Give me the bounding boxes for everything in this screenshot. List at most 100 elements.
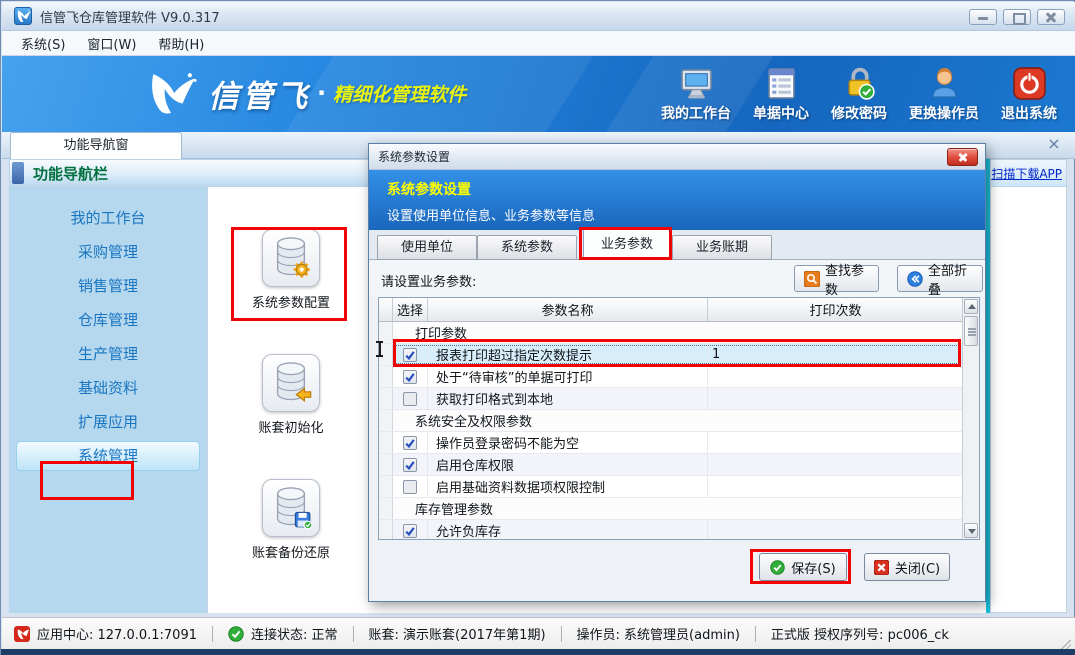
sidebar-item[interactable]: 仓库管理 — [16, 305, 200, 335]
menu-item[interactable]: 系统(S) — [10, 31, 76, 56]
menu-item[interactable]: 窗口(W) — [76, 31, 147, 56]
toolbar-button[interactable]: 我的工作台 — [655, 62, 737, 127]
dialog-toolbar-button-label: 全部折叠 — [928, 260, 973, 298]
shortcut[interactable]: 账套初始化 — [230, 354, 352, 436]
dialog-toolbar-button[interactable]: 查找参数 — [794, 265, 879, 292]
tab[interactable]: 系统参数 — [477, 235, 577, 260]
shortcut[interactable]: 系统参数配置 — [230, 229, 352, 311]
toolbar-button[interactable]: 单据中心 — [747, 62, 815, 127]
sidebar-item[interactable]: 我的工作台 — [16, 203, 200, 233]
toolbar-button-label: 修改密码 — [831, 103, 887, 123]
checkbox-checked[interactable] — [403, 458, 417, 472]
row-header-cell — [379, 520, 393, 540]
database-backup-save-icon — [266, 483, 316, 533]
table-row-header-column — [379, 298, 393, 321]
checkbox-checked[interactable] — [403, 370, 417, 384]
dialog-toolbar-button-label: 查找参数 — [825, 260, 869, 298]
shortcut-label: 系统参数配置 — [230, 292, 352, 311]
app-center-logo-icon — [14, 626, 30, 642]
gear-icon — [924, 177, 970, 223]
dialog-tab-bar: 使用单位系统参数业务参数业务账期 — [369, 230, 985, 260]
switch-operator-user-icon — [927, 66, 962, 101]
table-group-row[interactable]: 系统安全及权限参数 — [379, 410, 964, 432]
print-count-cell — [708, 366, 964, 387]
tab[interactable]: 使用单位 — [377, 235, 477, 260]
scrollbar-thumb[interactable] — [964, 316, 978, 346]
status-text: 连接状态: 正常 — [251, 624, 338, 643]
close-dialog-button[interactable]: 关闭(C) — [864, 553, 950, 581]
shortcut-icon-button[interactable] — [262, 479, 320, 537]
minimize-button[interactable] — [969, 9, 997, 25]
find-magnifier-icon — [804, 271, 820, 287]
save-button[interactable]: 保存(S) — [759, 553, 847, 581]
toolbar-button[interactable]: 修改密码 — [825, 62, 893, 127]
sidebar-item[interactable]: 扩展应用 — [16, 407, 200, 437]
print-count-cell — [708, 388, 964, 409]
table-group-row[interactable]: 打印参数 — [379, 322, 964, 344]
table-row[interactable]: 启用仓库权限 — [379, 454, 964, 476]
download-app-link[interactable]: 扫描下载APP — [991, 165, 1062, 182]
menu-item[interactable]: 帮助(H) — [147, 31, 215, 56]
status-bar: 应用中心: 127.0.0.1:7091 连接状态: 正常 账套: 演示账套(201… — [2, 617, 1075, 649]
scroll-up-icon[interactable] — [964, 299, 978, 314]
row-header-cell — [379, 454, 393, 475]
shortcut[interactable]: 账套备份还原 — [230, 479, 352, 561]
shortcut-icon-button[interactable] — [262, 354, 320, 412]
checkbox-checked[interactable] — [403, 436, 417, 450]
table-body: 打印参数报表打印超过指定次数提示1处于“待审核”的单据可打印获取打印格式到本地系… — [379, 322, 979, 540]
system-parameters-dialog: 系统参数设置 系统参数设置 设置使用单位信息、业务参数等信息 使用单位系统参数业… — [368, 143, 986, 602]
table-column-header[interactable]: 打印次数 — [708, 298, 964, 321]
table-row[interactable]: 启用基础资料数据项权限控制 — [379, 476, 964, 498]
table-row[interactable]: 处于“待审核”的单据可打印 — [379, 366, 964, 388]
maximize-button[interactable] — [1003, 9, 1031, 25]
group-label: 库存管理参数 — [415, 499, 493, 518]
header-banner: 信管飞 · 精细化管理软件 我的工作台单据中心修改密码更换操作员退出系统 — [2, 56, 1075, 132]
sidebar-item[interactable]: 生产管理 — [16, 339, 200, 369]
table-row[interactable]: 报表打印超过指定次数提示1 — [379, 344, 964, 366]
checkbox-unchecked[interactable] — [403, 480, 417, 494]
sidebar-item[interactable]: 销售管理 — [16, 271, 200, 301]
banner-toolbar: 我的工作台单据中心修改密码更换操作员退出系统 — [655, 62, 1063, 127]
shortcut-icon-button[interactable] — [262, 229, 320, 287]
checkbox-unchecked[interactable] — [403, 392, 417, 406]
scroll-down-icon[interactable] — [964, 523, 978, 538]
table-row[interactable]: 获取打印格式到本地 — [379, 388, 964, 410]
select-cell — [393, 432, 428, 453]
tab-active[interactable]: 业务参数 — [583, 229, 671, 260]
dialog-toolbar-button[interactable]: 全部折叠 — [897, 265, 983, 292]
dialog-close-button[interactable] — [947, 148, 978, 166]
table-column-header[interactable]: 选择 — [393, 298, 428, 321]
sidebar-item[interactable]: 系统管理 — [16, 441, 200, 471]
status-text: 账套: 演示账套(2017年第1期) — [369, 624, 546, 643]
table-row[interactable]: 操作员登录密码不能为空 — [379, 432, 964, 454]
status-segment: 应用中心: 127.0.0.1:7091 — [14, 624, 212, 643]
parameters-table: 选择参数名称打印次数 打印参数报表打印超过指定次数提示1处于“待审核”的单据可打… — [378, 297, 980, 540]
nav-close-icon[interactable]: × — [1045, 135, 1063, 153]
row-header-cell — [379, 498, 393, 519]
table-row[interactable]: 允许负库存 — [379, 520, 964, 540]
sidebar-item[interactable]: 基础资料 — [16, 373, 200, 403]
toolbar-button[interactable]: 退出系统 — [995, 62, 1063, 127]
table-scrollbar[interactable] — [962, 298, 979, 539]
parameter-name-cell: 报表打印超过指定次数提示 — [428, 344, 708, 365]
group-label: 系统安全及权限参数 — [415, 411, 532, 430]
table-column-header[interactable]: 参数名称 — [428, 298, 708, 321]
sidebar-item[interactable]: 采购管理 — [16, 237, 200, 267]
tab[interactable]: 业务账期 — [672, 235, 772, 260]
tab-function-navigator[interactable]: 功能导航窗 — [10, 132, 182, 159]
dialog-header-title: 系统参数设置 — [387, 179, 985, 199]
nav-header-title: 功能导航栏 — [33, 163, 108, 184]
dialog-header-banner: 系统参数设置 设置使用单位信息、业务参数等信息 — [369, 170, 985, 230]
checkbox-checked[interactable] — [403, 348, 417, 362]
close-button[interactable] — [1037, 9, 1065, 25]
print-count-cell — [708, 432, 964, 453]
right-panel-header: 扫描下载APP — [991, 160, 1066, 187]
brand-slogan: 精细化管理软件 — [333, 80, 466, 107]
toolbar-button[interactable]: 更换操作员 — [903, 62, 985, 127]
parameter-name-cell: 处于“待审核”的单据可打印 — [428, 366, 708, 387]
save-check-icon — [770, 560, 785, 575]
table-group-row[interactable]: 库存管理参数 — [379, 498, 964, 520]
parameter-name-cell: 启用基础资料数据项权限控制 — [428, 476, 708, 497]
table-header: 选择参数名称打印次数 — [379, 298, 964, 322]
checkbox-checked[interactable] — [403, 524, 417, 538]
